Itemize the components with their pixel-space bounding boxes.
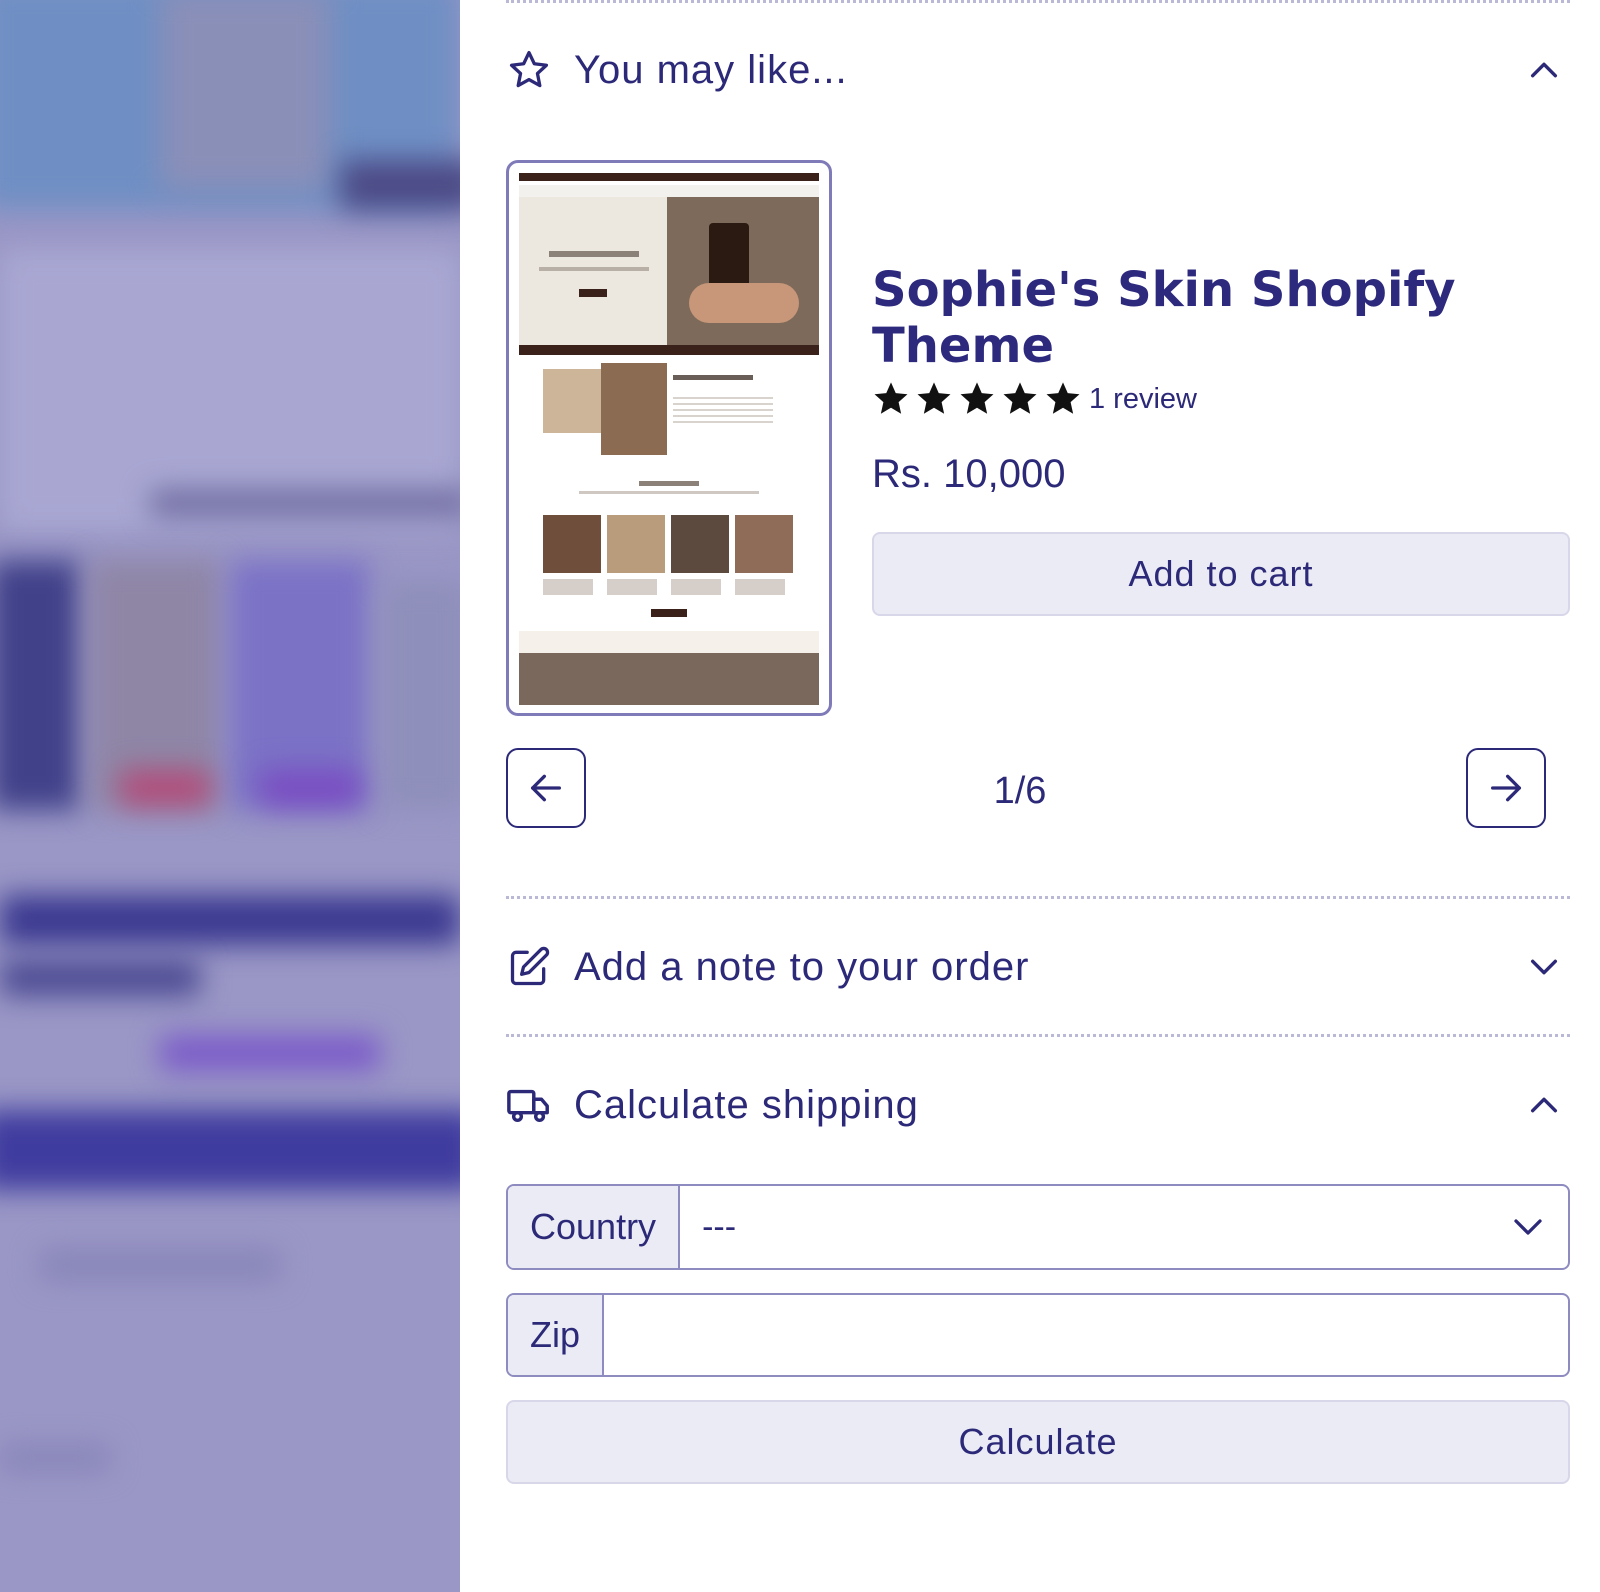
shipping-title: Calculate shipping xyxy=(574,1082,919,1127)
page-overlay[interactable] xyxy=(0,0,460,1592)
thumbnail-topbar xyxy=(519,173,819,181)
chevron-up-icon[interactable] xyxy=(1524,1085,1564,1125)
thumbnail-hero-left xyxy=(519,197,667,345)
thumbnail-feature-image-2 xyxy=(601,363,667,455)
calculate-button[interactable]: Calculate xyxy=(506,1400,1570,1484)
star-icon xyxy=(872,380,910,418)
thumbnail-ticker xyxy=(519,345,819,355)
thumbnail-view-all xyxy=(651,609,687,617)
star-icon xyxy=(1001,380,1039,418)
recommendations-accordion-header[interactable]: You may like... xyxy=(506,40,1570,100)
star-icon xyxy=(958,380,996,418)
chevron-up-icon[interactable] xyxy=(1524,50,1564,90)
blurred-gallery-1 xyxy=(0,560,80,810)
thumbnail-hero-text-2 xyxy=(539,267,649,271)
add-to-cart-button[interactable]: Add to cart xyxy=(872,532,1570,616)
cart-drawer: You may like... Sophie's Skin Shopify Th… xyxy=(460,0,1600,1592)
star-outline-icon xyxy=(506,47,552,93)
blurred-cta xyxy=(0,1110,460,1190)
thumbnail-feature-text-2 xyxy=(673,397,773,427)
blurred-footer-text xyxy=(0,1445,110,1471)
thumbnail-card-3 xyxy=(671,515,729,573)
pager-indicator: 1/6 xyxy=(993,770,1047,812)
thumbnail-card-text xyxy=(543,579,793,595)
blurred-gallery-4 xyxy=(380,580,460,810)
product-rating: 1 review xyxy=(872,380,1197,418)
arrow-right-icon xyxy=(1486,768,1526,808)
thumbnail-nav xyxy=(519,185,819,197)
review-count[interactable]: 1 review xyxy=(1089,383,1197,416)
thumbnail-features-bar xyxy=(519,631,819,653)
divider xyxy=(506,896,1570,899)
order-note-accordion-header[interactable]: Add a note to your order xyxy=(506,937,1570,997)
zip-label: Zip xyxy=(508,1295,605,1375)
product-price: Rs. 10,000 xyxy=(872,452,1066,496)
previous-button[interactable] xyxy=(506,748,586,828)
product-thumbnail[interactable] xyxy=(506,160,832,716)
blurred-card xyxy=(0,250,460,530)
blurred-title xyxy=(0,895,460,945)
blurred-stars xyxy=(0,960,200,996)
recommendations-title: You may like... xyxy=(574,47,848,92)
blurred-bar xyxy=(150,490,460,516)
divider xyxy=(506,0,1570,3)
blurred-header-bar xyxy=(340,160,460,210)
thumbnail-hand xyxy=(689,283,799,323)
blurred-hero-image-2 xyxy=(160,0,330,190)
arrow-left-icon xyxy=(526,768,566,808)
country-select[interactable]: --- xyxy=(680,1186,1568,1268)
blurred-tag-2 xyxy=(260,770,360,806)
thumbnail-card-4 xyxy=(735,515,793,573)
product-title[interactable]: Sophie's Skin Shopify Theme xyxy=(872,262,1512,374)
thumbnail-card-2 xyxy=(607,515,665,573)
thumbnail-footer-image xyxy=(519,653,819,705)
star-icon xyxy=(1044,380,1082,418)
thumbnail-feature-text xyxy=(673,375,753,380)
thumbnail-feature-image xyxy=(543,369,601,433)
thumbnail-hero-button xyxy=(579,289,607,297)
chevron-down-icon xyxy=(1510,1209,1546,1245)
blurred-text xyxy=(40,1250,280,1280)
country-label: Country xyxy=(508,1186,681,1268)
edit-note-icon xyxy=(506,944,552,990)
country-selected-value: --- xyxy=(702,1207,737,1246)
country-select-group: Country --- xyxy=(506,1184,1570,1270)
blurred-tag-1 xyxy=(120,770,210,806)
thumbnail-hero-text xyxy=(549,251,639,257)
truck-icon xyxy=(506,1082,552,1128)
zip-input[interactable] xyxy=(604,1295,1568,1375)
thumbnail-collection-sub xyxy=(579,491,759,494)
shipping-accordion-header[interactable]: Calculate shipping xyxy=(506,1075,1570,1135)
order-note-title: Add a note to your order xyxy=(574,944,1030,989)
chevron-down-icon[interactable] xyxy=(1524,947,1564,987)
divider xyxy=(506,1034,1570,1037)
star-icon xyxy=(915,380,953,418)
thumbnail-collection-title xyxy=(639,481,699,486)
next-button[interactable] xyxy=(1466,748,1546,828)
thumbnail-card-1 xyxy=(543,515,601,573)
zip-input-group: Zip xyxy=(506,1293,1570,1377)
blurred-price xyxy=(160,1035,380,1071)
